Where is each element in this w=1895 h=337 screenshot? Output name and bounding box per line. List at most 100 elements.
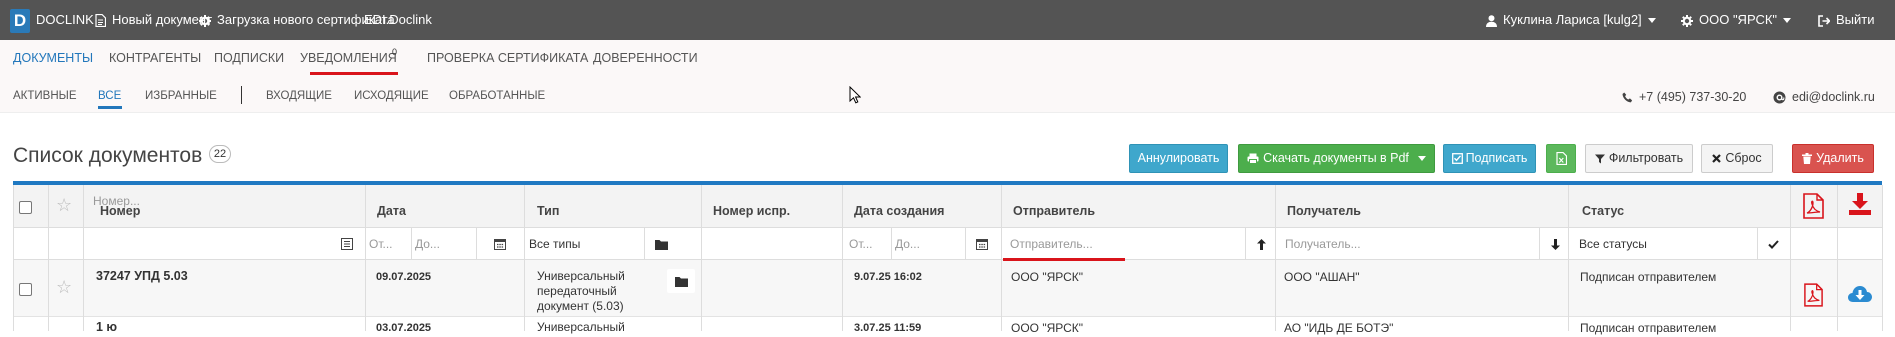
column-divider: [524, 185, 525, 331]
export-excel-button[interactable]: [1546, 144, 1576, 173]
star-icon[interactable]: ☆: [56, 277, 72, 298]
column-divider: [842, 185, 843, 331]
created-to-input[interactable]: До...: [895, 233, 935, 255]
type-filter-select[interactable]: Все типы: [529, 233, 639, 255]
column-header-sender[interactable]: Отправитель: [1013, 204, 1095, 218]
number-filter-input[interactable]: Номер...: [93, 190, 283, 212]
column-header-date[interactable]: Дата: [377, 204, 406, 218]
row-type-line: Универсальный: [537, 269, 625, 283]
documents-table: ☆ Номер Дата Тип Номер испр. Дата создан…: [13, 185, 1883, 337]
row-checkbox[interactable]: [19, 283, 32, 296]
tab-contragents[interactable]: Контрагенты: [109, 51, 201, 65]
document-icon: [95, 14, 106, 28]
sign-button[interactable]: Подписать: [1443, 144, 1536, 173]
calendar-icon: [976, 239, 988, 250]
row-sender: ООО "ЯРСК": [1011, 270, 1084, 284]
at-sign-icon: [1773, 91, 1786, 104]
pdf-icon[interactable]: [1803, 193, 1824, 219]
phone-contact[interactable]: +7 (495) 737-30-20: [1622, 90, 1746, 104]
date-picker-button[interactable]: [489, 233, 511, 255]
tab-all[interactable]: Все: [98, 90, 121, 102]
column-header-created[interactable]: Дата создания: [854, 204, 944, 218]
row-type-line: передаточный: [537, 284, 617, 298]
organization-name: ООО "ЯРСК": [1699, 12, 1778, 27]
tab-active[interactable]: Активные: [13, 90, 77, 102]
organization-menu[interactable]: ООО "ЯРСК": [1681, 0, 1792, 40]
gear-icon: [199, 14, 211, 27]
trash-icon: [1802, 153, 1813, 165]
tab-documents[interactable]: Документы: [13, 51, 93, 65]
download-pdf-button[interactable]: Скачать документы в Pdf: [1238, 144, 1435, 173]
date-from-input[interactable]: От...: [369, 233, 409, 255]
row-type-line: документ (5.03): [537, 299, 624, 313]
row-created: 9.07.25 16:02: [854, 271, 922, 283]
tab-certificate-check[interactable]: Проверка сертификата: [427, 51, 588, 65]
recipient-sort-button[interactable]: [1544, 233, 1566, 255]
status-filter-select[interactable]: Все статусы: [1579, 233, 1739, 255]
folder-icon: [674, 276, 688, 287]
user-menu[interactable]: Куклина Лариса [kulg2]: [1486, 0, 1656, 40]
row-folder-button[interactable]: [667, 269, 695, 293]
row-number[interactable]: 1 ю: [96, 320, 117, 334]
check-icon: [1767, 239, 1779, 249]
cloud-download-icon[interactable]: [1848, 285, 1872, 303]
annul-button[interactable]: Аннулировать: [1129, 144, 1228, 173]
tab-processed[interactable]: Обработанные: [449, 90, 545, 102]
row-status: Подписан отправителем: [1580, 321, 1717, 335]
column-divider: [1001, 185, 1002, 331]
logout-link[interactable]: Выйти: [1818, 0, 1875, 40]
column-header-fix-number[interactable]: Номер испр.: [713, 204, 790, 218]
table-row[interactable]: [14, 260, 1883, 317]
column-header-type[interactable]: Тип: [537, 204, 559, 218]
list-icon: [341, 238, 353, 250]
new-document-link[interactable]: Новый документ: [95, 0, 212, 40]
download-icon[interactable]: [1849, 193, 1871, 215]
new-document-label: Новый документ: [112, 12, 213, 27]
row-created: 3.07.25 11:59: [854, 322, 922, 334]
reset-button[interactable]: Сброс: [1701, 144, 1773, 173]
documents-count-badge: 22: [209, 145, 231, 163]
column-divider: [891, 228, 892, 260]
email-contact[interactable]: edi@doclink.ru: [1773, 90, 1875, 104]
row-number[interactable]: 37247 УПД 5.03: [96, 269, 188, 283]
tab-outgoing[interactable]: Исходящие: [354, 90, 429, 102]
recipient-filter-input[interactable]: Получатель...: [1285, 233, 1525, 255]
filter-label: Фильтровать: [1608, 151, 1684, 165]
select-all-checkbox[interactable]: [19, 201, 32, 214]
logout-label: Выйти: [1836, 12, 1875, 27]
type-filter-button[interactable]: [650, 233, 672, 255]
document-filter-tabs: Активные Все Избранные Входящие Исходящи…: [0, 76, 1895, 113]
mouse-cursor-icon: [849, 86, 861, 104]
tab-trust[interactable]: Доверенности: [593, 51, 698, 65]
column-divider: [644, 228, 645, 260]
delete-button[interactable]: Удалить: [1792, 144, 1874, 173]
date-to-input[interactable]: До...: [415, 233, 455, 255]
tab-notifications[interactable]: Уведомления: [300, 51, 397, 65]
tab-favorites[interactable]: Избранные: [145, 90, 217, 102]
brand-logo[interactable]: D DOCLINK: [10, 0, 94, 40]
created-from-input[interactable]: От...: [849, 233, 889, 255]
tab-signatures[interactable]: Подписки: [214, 51, 284, 65]
column-header-status[interactable]: Статус: [1582, 204, 1624, 218]
tab-notifications-label: Уведомления: [300, 51, 397, 65]
sender-sort-button[interactable]: [1250, 233, 1272, 255]
user-icon: [1486, 14, 1497, 27]
delete-label: Удалить: [1816, 151, 1864, 165]
reset-label: Сброс: [1725, 151, 1762, 165]
filter-button[interactable]: Фильтровать: [1585, 144, 1693, 173]
chevron-down-icon: [1647, 18, 1656, 24]
page-title: Список документов: [13, 144, 203, 167]
sender-filter-input[interactable]: Отправитель...: [1010, 233, 1250, 255]
star-icon[interactable]: ☆: [56, 195, 72, 216]
created-date-picker-button[interactable]: [971, 233, 993, 255]
edi-link[interactable]: EDI.Doclink: [364, 0, 432, 40]
number-filter-button[interactable]: [336, 233, 358, 255]
column-divider: [365, 185, 366, 331]
status-filter-button[interactable]: [1762, 233, 1784, 255]
close-icon: [1712, 154, 1722, 163]
pdf-icon[interactable]: [1804, 283, 1823, 307]
tab-incoming[interactable]: Входящие: [266, 90, 332, 102]
column-header-recipient[interactable]: Получатель: [1287, 204, 1361, 218]
folder-icon: [654, 239, 668, 250]
column-divider: [411, 228, 412, 260]
